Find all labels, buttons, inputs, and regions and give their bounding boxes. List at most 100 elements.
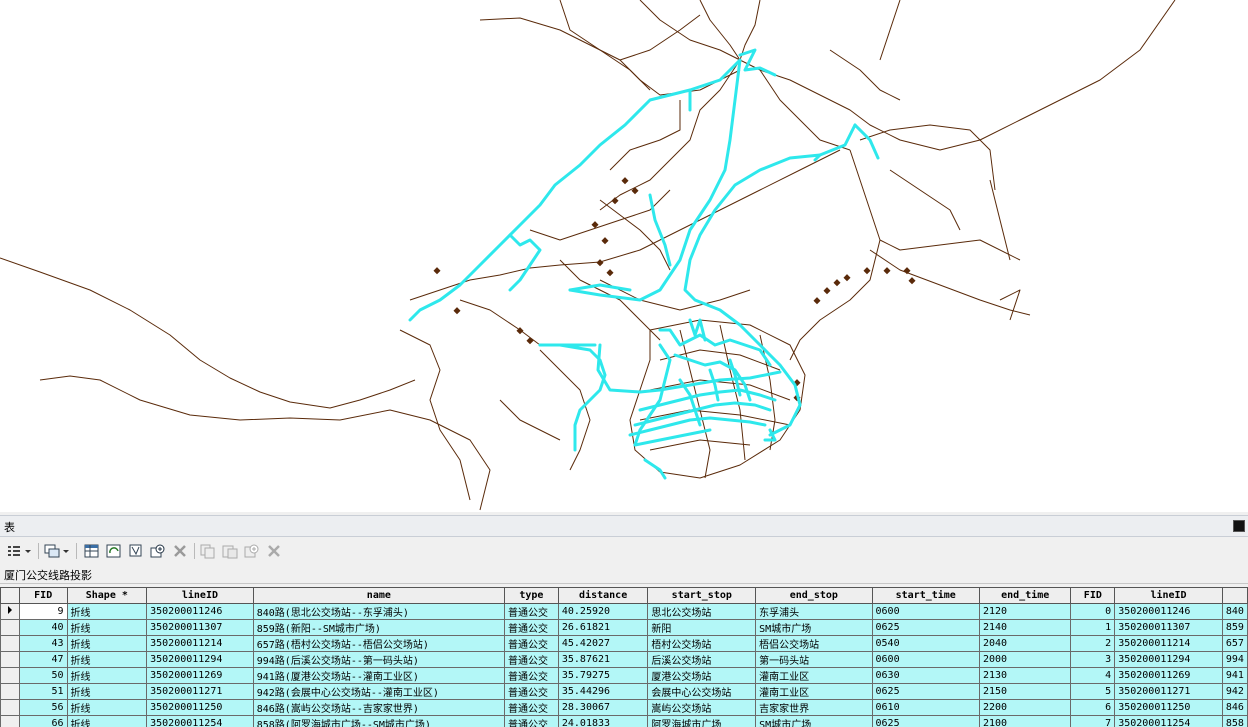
table-cell[interactable]: 折线 [66, 651, 148, 668]
table-cell[interactable]: 350200011307 [1114, 619, 1223, 636]
column-header[interactable]: FID [1070, 587, 1116, 604]
table-cell[interactable]: 普通公交 [503, 683, 559, 700]
table-cell[interactable]: 普通公交 [503, 635, 559, 652]
table-cell[interactable]: 灌南工业区 [755, 683, 873, 700]
related-tables-icon[interactable] [44, 543, 60, 559]
table-cell[interactable]: 普通公交 [503, 651, 559, 668]
table-cell[interactable]: 858路(阿罗海城市广场--SM城市广场) [252, 715, 505, 727]
table-cell[interactable]: 350200011246 [1114, 603, 1223, 620]
table-cell[interactable]: 942路(会展中心公交场站--灌南工业区) [252, 683, 505, 700]
table-cell[interactable]: 350200011269 [146, 667, 254, 684]
table-cell[interactable]: 941 [1221, 667, 1248, 684]
table-row[interactable]: 43 折线 350200011214 657路(梧村公交场站--梧侣公交场站) 普通公交… [0, 635, 1248, 652]
select-by-attributes-icon[interactable] [84, 543, 100, 559]
row-selector[interactable] [0, 715, 20, 727]
table-cell[interactable]: 0625 [871, 715, 980, 727]
table-cell[interactable]: 普通公交 [503, 667, 559, 684]
zoom-to-selected-icon[interactable] [150, 543, 166, 559]
table-cell[interactable]: 后溪公交场站 [647, 651, 757, 668]
table-cell[interactable]: 350200011271 [146, 683, 254, 700]
table-cell[interactable]: 普通公交 [503, 715, 559, 727]
table-cell[interactable]: 35.79275 [557, 667, 649, 684]
table-cell[interactable]: 9 [18, 603, 68, 620]
table-cell[interactable]: 7 [1070, 715, 1116, 727]
table-options-dropdown-icon[interactable] [24, 543, 32, 559]
delete-icon[interactable] [266, 543, 282, 559]
table-cell[interactable]: 思北公交场站 [647, 603, 757, 620]
table-cell[interactable]: 40.25920 [557, 603, 649, 620]
row-selector[interactable] [0, 667, 20, 684]
column-header[interactable]: end_time [978, 587, 1072, 604]
table-cell[interactable]: 折线 [66, 699, 148, 716]
related-tables-dropdown-icon[interactable] [62, 543, 70, 559]
table-cell[interactable]: 859 [1221, 619, 1248, 636]
table-row[interactable]: 47 折线 350200011294 994路(后溪公交场站--第一码头站) 普通公交 3… [0, 651, 1248, 668]
table-cell[interactable]: 新阳 [647, 619, 757, 636]
table-cell[interactable]: 657路(梧村公交场站--梧侣公交场站) [252, 635, 505, 652]
table-cell[interactable]: 942 [1221, 683, 1248, 700]
row-selector[interactable] [0, 683, 20, 700]
table-cell[interactable]: 350200011294 [146, 651, 254, 668]
column-header[interactable]: distance [557, 587, 649, 604]
table-cell[interactable]: 350200011246 [146, 603, 254, 620]
table-cell[interactable]: 66 [18, 715, 68, 727]
table-cell[interactable]: 折线 [66, 715, 148, 727]
close-icon[interactable] [1233, 520, 1245, 532]
table-cell[interactable]: 厦港公交场站 [647, 667, 757, 684]
map-view[interactable] [0, 0, 1248, 512]
table-row[interactable]: 56 折线 350200011250 846路(嵩屿公交场站--吉家家世界) 普通公交 2… [0, 699, 1248, 716]
table-row[interactable]: 40 折线 350200011307 859路(新阳--SM城市广场) 普通公交 26.6… [0, 619, 1248, 636]
column-header[interactable]: lineID [146, 587, 254, 604]
layer-tab[interactable]: 厦门公交线路投影 [0, 564, 1248, 584]
clear-selection-icon[interactable] [128, 543, 144, 559]
table-cell[interactable]: 4 [1070, 667, 1116, 684]
table-cell[interactable]: 858 [1221, 715, 1248, 727]
table-cell[interactable]: 50 [18, 667, 68, 684]
table-cell[interactable]: 东孚浦头 [755, 603, 873, 620]
table-cell[interactable]: 折线 [66, 603, 148, 620]
table-cell[interactable]: 350200011250 [1114, 699, 1223, 716]
table-cell[interactable]: 0630 [871, 667, 980, 684]
table-cell[interactable]: SM城市广场 [755, 619, 873, 636]
table-cell[interactable]: 0625 [871, 683, 980, 700]
current-row-marker-icon[interactable] [0, 603, 20, 620]
table-cell[interactable]: 2140 [978, 619, 1072, 636]
table-cell[interactable]: 350200011254 [1114, 715, 1223, 727]
table-cell[interactable]: 26.61821 [557, 619, 649, 636]
column-header[interactable]: Shape * [66, 587, 148, 604]
table-cell[interactable]: 2150 [978, 683, 1072, 700]
table-cell[interactable]: SM城市广场 [755, 715, 873, 727]
table-cell[interactable]: 嵩屿公交场站 [647, 699, 757, 716]
switch-selection-icon[interactable] [106, 543, 122, 559]
table-cell[interactable]: 0600 [871, 603, 980, 620]
paste-icon[interactable] [222, 543, 238, 559]
table-cell[interactable]: 2 [1070, 635, 1116, 652]
table-cell[interactable]: 2040 [978, 635, 1072, 652]
table-cell[interactable]: 6 [1070, 699, 1116, 716]
table-cell[interactable]: 350200011294 [1114, 651, 1223, 668]
table-row[interactable]: 9 折线 350200011246 840路(思北公交场站--东孚浦头) 普通公交 40.… [0, 603, 1248, 620]
table-cell[interactable]: 56 [18, 699, 68, 716]
table-cell[interactable]: 43 [18, 635, 68, 652]
row-selector[interactable] [0, 635, 20, 652]
table-cell[interactable]: 28.30067 [557, 699, 649, 716]
table-cell[interactable]: 840路(思北公交场站--东孚浦头) [252, 603, 505, 620]
table-cell[interactable]: 350200011307 [146, 619, 254, 636]
table-cell[interactable]: 2000 [978, 651, 1072, 668]
table-cell[interactable]: 45.42027 [557, 635, 649, 652]
table-cell[interactable]: 折线 [66, 683, 148, 700]
column-header[interactable]: lineID [1114, 587, 1223, 604]
table-cell[interactable]: 吉家家世界 [755, 699, 873, 716]
table-cell[interactable]: 941路(厦港公交场站--灌南工业区) [252, 667, 505, 684]
table-cell[interactable]: 第一码头站 [755, 651, 873, 668]
table-cell[interactable]: 2200 [978, 699, 1072, 716]
table-cell[interactable]: 3 [1070, 651, 1116, 668]
table-cell[interactable]: 1 [1070, 619, 1116, 636]
table-cell[interactable]: 40 [18, 619, 68, 636]
column-header[interactable]: start_time [871, 587, 980, 604]
table-options-icon[interactable] [6, 543, 22, 559]
table-cell[interactable]: 0600 [871, 651, 980, 668]
table-cell[interactable]: 折线 [66, 635, 148, 652]
table-cell[interactable]: 0610 [871, 699, 980, 716]
table-cell[interactable]: 350200011269 [1114, 667, 1223, 684]
